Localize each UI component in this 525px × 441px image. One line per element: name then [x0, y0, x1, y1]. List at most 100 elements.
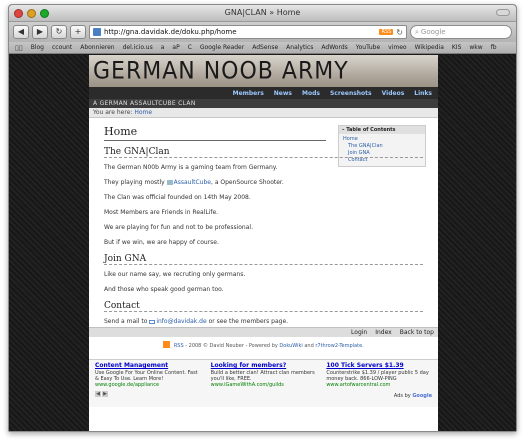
reload-button[interactable]: ↻: [51, 25, 67, 39]
site-page: GERMAN NOOB ARMY Members News Mods Screensh…: [89, 55, 438, 431]
bookmark-item[interactable]: a: [161, 44, 165, 51]
page-title: Home: [104, 125, 326, 141]
external-link-icon: [166, 180, 173, 185]
site-subtitle: A GERMAN ASSAULTCUBE CLAN: [89, 99, 438, 108]
paragraph: They playing mostly AssaultCube, a OpenS…: [104, 179, 423, 186]
main-navigation: Members News Mods Screenshots Videos Links: [89, 87, 438, 99]
footer-link-index[interactable]: Index: [375, 329, 392, 336]
paragraph-text: , a OpenSource Shooter.: [211, 179, 284, 186]
bookmark-item[interactable]: Abonnieren: [80, 44, 114, 51]
bookmark-item[interactable]: fb: [491, 44, 497, 51]
nav-link-screenshots[interactable]: Screenshots: [330, 90, 372, 97]
breadcrumb-prefix: You are here:: [93, 109, 133, 116]
nav-link-videos[interactable]: Videos: [382, 90, 405, 97]
bookmark-item[interactable]: vimeo: [388, 44, 406, 51]
browser-toolbar: ◀ ▶ ↻ + http://gna.davidak.de/doku.php/h…: [9, 22, 516, 42]
window-title: GNA|CLAN » Home: [224, 8, 301, 17]
ad-title[interactable]: Looking for members?: [211, 362, 317, 369]
footer-link-back-to-top[interactable]: Back to top: [400, 329, 434, 336]
assaultcube-link[interactable]: AssaultCube: [174, 179, 211, 186]
ad-title[interactable]: Content Management: [95, 362, 201, 369]
footer-bar: Login Index Back to top: [89, 327, 438, 337]
bookmark-item[interactable]: del.icio.us: [123, 44, 153, 51]
paragraph: We are playing for fun and not to be pro…: [104, 224, 253, 231]
mail-icon: [149, 320, 156, 324]
bookmarks-bar: ▯▯ Blog ccount Abonnieren del.icio.us a aP C Go…: [9, 42, 516, 54]
back-button[interactable]: ◀: [13, 25, 29, 39]
section-heading-contact: Contact: [104, 301, 423, 312]
search-field[interactable]: ⌕ Google: [410, 25, 512, 39]
bookmark-item[interactable]: AdWords: [321, 44, 347, 51]
ad-url[interactable]: www.artofwarcentral.com: [326, 382, 432, 388]
ad-url[interactable]: www.iGameWithA.com/guilds: [211, 382, 317, 388]
ad-next-icon[interactable]: ▶: [102, 391, 108, 397]
nav-link-links[interactable]: Links: [414, 90, 432, 97]
site-logo[interactable]: GERMAN NOOB ARMY: [93, 58, 349, 86]
bookmark-item[interactable]: Blog: [31, 44, 44, 51]
section-heading-join-gna: Join GNA: [104, 254, 423, 265]
footer-link-login[interactable]: Login: [351, 329, 367, 336]
ads-by-google[interactable]: Ads by Google: [394, 393, 432, 399]
search-placeholder: Google: [420, 28, 446, 36]
ad-text: Build a better clan! Attract clan member…: [210, 370, 315, 382]
paragraph-text: or see the members page.: [208, 318, 289, 325]
paragraph: Like our name say, we recruting only ger…: [104, 271, 246, 278]
credit-text: and: [304, 343, 314, 349]
paragraph: The Clan was official founded on 14th Ma…: [104, 194, 251, 201]
bookmark-item[interactable]: Analytics: [286, 44, 313, 51]
paragraph: Send a mail to info@davidak.de or see th…: [104, 318, 423, 325]
page-viewport: GERMAN NOOB ARMY Members News Mods Screensh…: [9, 55, 516, 431]
paragraph-text: Send a mail to: [104, 318, 148, 325]
email-link[interactable]: info@davidak.de: [156, 318, 206, 325]
toolbar-toggle-button[interactable]: [496, 9, 510, 16]
breadcrumb: You are here: Home: [89, 108, 438, 118]
paragraph: Most Members are Friends in RealLife.: [104, 209, 219, 216]
ad-unit[interactable]: Content Management Use Google For Your On…: [95, 362, 201, 405]
paragraph-text: They playing mostly: [104, 179, 165, 186]
ad-nav: ◀ ▶: [95, 391, 108, 397]
ad-unit[interactable]: Looking for members? Build a better clan!…: [211, 362, 317, 405]
bookmark-item[interactable]: Wikipedia: [415, 44, 444, 51]
address-bar[interactable]: http://gna.davidak.de/doku.php/home RSS …: [89, 25, 407, 39]
forward-button[interactable]: ▶: [32, 25, 48, 39]
browser-window: GNA|CLAN » Home ◀ ▶ ↻ + http://gna.david…: [8, 4, 517, 432]
ad-title[interactable]: 100 Tick Servers $1.39: [326, 362, 432, 369]
dokuwiki-link[interactable]: DokuWiki: [279, 343, 302, 349]
url-text[interactable]: http://gna.davidak.de/doku.php/home: [104, 28, 376, 36]
bookmark-item[interactable]: Google Reader: [200, 44, 244, 51]
main-content: Home The GNA|Clan The German N00b Army i…: [104, 125, 423, 333]
ad-text: Use Google For Your Online Content. Fast…: [95, 370, 198, 382]
breadcrumb-home-link[interactable]: Home: [134, 109, 152, 116]
footer-credits: RSS - 2008 © David Neuber - Powered by D…: [89, 339, 438, 353]
site-favicon-icon: [93, 28, 101, 36]
bookmark-item[interactable]: YouTube: [356, 44, 380, 51]
paragraph: The German N00b Army is a gaming team fr…: [104, 164, 278, 171]
ads-by-prefix: Ads by: [393, 393, 411, 399]
nav-link-mods[interactable]: Mods: [302, 90, 320, 97]
nav-link-news[interactable]: News: [274, 90, 292, 97]
template-link[interactable]: r7throw2-Template.: [315, 343, 363, 349]
rss-badge[interactable]: RSS: [379, 29, 394, 35]
refresh-icon[interactable]: ↻: [396, 28, 403, 37]
bookmark-item[interactable]: KIS: [452, 44, 462, 51]
bookmark-item[interactable]: wkw: [469, 44, 482, 51]
add-bookmark-button[interactable]: +: [70, 25, 86, 39]
nav-link-members[interactable]: Members: [233, 90, 264, 97]
credit-text: - 2008 © David Neuber - Powered by: [185, 343, 278, 349]
paragraph: And those who speak good german too.: [104, 286, 224, 293]
ad-url[interactable]: www.google.de/appliance: [95, 382, 201, 388]
rss-link[interactable]: RSS: [174, 343, 184, 349]
ad-block: Content Management Use Google For Your On…: [89, 359, 438, 407]
bookmark-item[interactable]: ccount: [52, 44, 72, 51]
bookmark-item[interactable]: aP: [172, 44, 179, 51]
paragraph: But if we win, we are happy of course.: [104, 239, 219, 246]
bookmark-item[interactable]: C: [188, 44, 192, 51]
rss-icon[interactable]: [163, 341, 171, 348]
ads-by-brand: Google: [412, 393, 432, 399]
ad-prev-icon[interactable]: ◀: [95, 391, 101, 397]
title-bar: GNA|CLAN » Home: [9, 5, 516, 22]
ad-text: Counterstrike $1.39 / player public 5 da…: [326, 370, 429, 382]
bookmark-item[interactable]: AdSense: [252, 44, 278, 51]
book-icon[interactable]: ▯▯: [15, 44, 23, 52]
search-icon: ⌕: [415, 27, 419, 36]
